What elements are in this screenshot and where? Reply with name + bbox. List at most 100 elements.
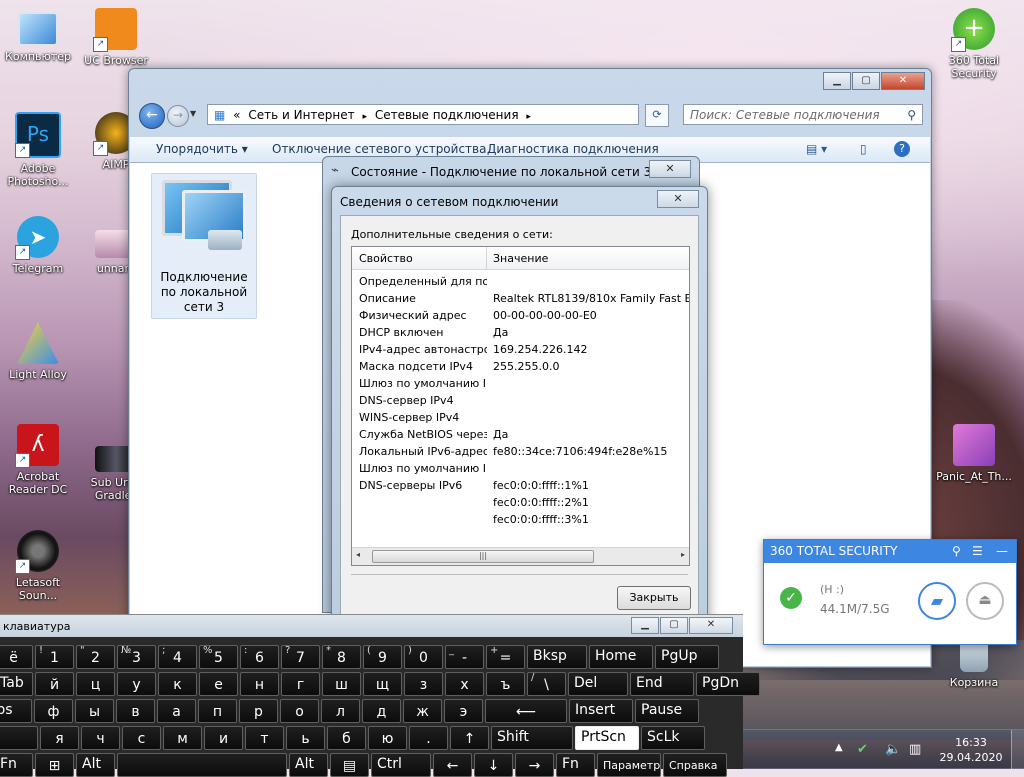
osk-key[interactable]: щ: [363, 672, 402, 696]
osk-key[interactable]: ы: [75, 699, 114, 723]
osk-key[interactable]: Параметры: [597, 753, 661, 777]
show-desktop-button[interactable]: [1011, 730, 1024, 769]
details-dialog-close-button[interactable]: ✕: [657, 190, 699, 208]
desktop-icon-letasoft[interactable]: ↗ Letasoft Soun...: [2, 530, 74, 602]
osk-key[interactable]: н: [240, 672, 279, 696]
osk-key[interactable]: г: [281, 672, 320, 696]
osk-key[interactable]: PgUp: [655, 645, 719, 669]
osk-key[interactable]: й: [35, 672, 74, 696]
maximize-button[interactable]: ▢: [852, 72, 880, 90]
osk-key[interactable]: Alt: [289, 753, 328, 777]
osk-key[interactable]: PgDn: [696, 672, 760, 696]
osk-maximize-button[interactable]: ▢: [660, 617, 688, 634]
minimize-icon[interactable]: —: [996, 540, 1008, 563]
search-input[interactable]: Поиск: Сетевые подключения ⚲: [683, 104, 923, 125]
osk-key[interactable]: ю: [368, 726, 407, 750]
osk-key[interactable]: м: [163, 726, 202, 750]
show-hidden-icons[interactable]: ▲: [835, 742, 843, 753]
list-row[interactable]: DNS-сервер IPv4: [352, 392, 689, 409]
list-row[interactable]: IPv4-адрес автонастро... 169.254.226.142: [352, 341, 689, 358]
list-row[interactable]: Физический адрес 00-00-00-00-00-E0: [352, 307, 689, 324]
desktop-icon-360-total-security[interactable]: + ↗ 360 Total Security: [938, 8, 1010, 80]
desktop-icon-uc-browser[interactable]: ↗ UC Browser: [80, 8, 152, 67]
360-tray-icon[interactable]: ✔: [857, 742, 868, 757]
osk-key[interactable]: ⟵: [485, 699, 567, 723]
list-row[interactable]: Описание Realtek RTL8139/810x Family Fast…: [352, 290, 689, 307]
osk-key[interactable]: Pause: [635, 699, 699, 723]
osk-key[interactable]: ↑: [450, 726, 489, 750]
osk-key[interactable]: б: [327, 726, 366, 750]
help-icon[interactable]: ?: [894, 141, 910, 157]
osk-key[interactable]: ф: [34, 699, 73, 723]
list-row[interactable]: Служба NetBIOS через... Да: [352, 426, 689, 443]
scroll-left-icon[interactable]: ◂: [356, 550, 360, 559]
desktop-icon-acrobat[interactable]: ʎ ↗ Acrobat Reader DC: [2, 424, 74, 496]
osk-key[interactable]: + =: [486, 645, 525, 669]
osk-key[interactable]: ? 7: [281, 645, 320, 669]
forward-button[interactable]: →: [167, 105, 189, 127]
list-row[interactable]: fec0:0:0:ffff::2%1: [352, 494, 689, 511]
osk-close-button[interactable]: ✕: [689, 617, 733, 634]
breadcrumb-overflow[interactable]: «: [233, 108, 240, 122]
osk-key[interactable]: ь: [286, 726, 325, 750]
osk-key[interactable]: р: [239, 699, 278, 723]
osk-key[interactable]: э: [444, 699, 483, 723]
eject-button[interactable]: ⏏: [966, 582, 1004, 620]
osk-key[interactable]: / \: [527, 672, 566, 696]
minimize-button[interactable]: ▁: [823, 72, 851, 90]
list-row[interactable]: Локальный IPv6-адрес... fe80::34ce:7106:4…: [352, 443, 689, 460]
osk-key[interactable]: _ -: [445, 645, 484, 669]
view-options-icon[interactable]: ▤ ▾: [806, 137, 827, 162]
osk-key[interactable]: .: [409, 726, 448, 750]
osk-key[interactable]: ж: [403, 699, 442, 723]
address-bar[interactable]: ▦ « Сеть и Интернет ▸ Сетевые подключени…: [207, 104, 639, 125]
osk-key[interactable]: ; 4: [158, 645, 197, 669]
osk-key[interactable]: ё: [0, 645, 33, 669]
scroll-right-icon[interactable]: ▸: [681, 550, 685, 559]
list-row[interactable]: Шлюз по умолчанию IP...: [352, 375, 689, 392]
desktop-icon-photoshop[interactable]: Ps ↗ Adobe Photosho...: [2, 112, 74, 188]
column-header-value[interactable]: Значение: [493, 252, 548, 265]
osk-key[interactable]: Shift: [491, 726, 573, 750]
osk-key[interactable]: [117, 753, 287, 777]
osk-key[interactable]: Caps: [0, 699, 32, 723]
osk-key[interactable]: с: [122, 726, 161, 750]
osk-key[interactable]: PrtScn: [575, 726, 639, 750]
list-row[interactable]: DHCP включен Да: [352, 324, 689, 341]
osk-key[interactable]: ▤: [330, 753, 369, 777]
local-connection-3-item[interactable]: Подключение по локальной сети 3: [151, 173, 257, 319]
osk-key[interactable]: Ctrl: [371, 753, 431, 777]
osk-key[interactable]: д: [362, 699, 401, 723]
osk-key[interactable]: ч: [81, 726, 120, 750]
desktop-icon-light-alloy[interactable]: Light Alloy: [2, 322, 74, 381]
list-row[interactable]: DNS-серверы IPv6 fec0:0:0:ffff::1%1: [352, 477, 689, 494]
network-tray-icon[interactable]: ▥: [909, 742, 921, 757]
list-row[interactable]: Шлюз по умолчанию IP...: [352, 460, 689, 477]
osk-key[interactable]: ! 1: [35, 645, 74, 669]
scrollbar-thumb[interactable]: |||: [372, 550, 594, 563]
breadcrumb-network-connections[interactable]: Сетевые подключения: [375, 108, 519, 122]
osk-key[interactable]: ц: [76, 672, 115, 696]
osk-key[interactable]: ) 0: [404, 645, 443, 669]
osk-key[interactable]: ↓: [474, 753, 513, 777]
osk-key[interactable]: →: [515, 753, 554, 777]
desktop-icon-panic-at-the-disco[interactable]: Panic_At_Th...: [934, 424, 1014, 483]
osk-key[interactable]: к: [158, 672, 197, 696]
list-row[interactable]: Определенный для по...: [352, 273, 689, 290]
desktop-icon-recycle-bin[interactable]: Корзина: [938, 640, 1010, 689]
desktop-icon-telegram[interactable]: ➤ ↗ Telegram: [2, 216, 74, 275]
osk-key[interactable]: ⊞: [35, 753, 74, 777]
open-folder-button[interactable]: ▰: [918, 582, 956, 620]
osk-key[interactable]: Alt: [76, 753, 115, 777]
osk-key[interactable]: п: [198, 699, 237, 723]
close-button[interactable]: ✕: [881, 72, 925, 90]
osk-key[interactable]: Tab: [0, 672, 33, 696]
osk-key[interactable]: % 5: [199, 645, 238, 669]
osk-key[interactable]: Insert: [569, 699, 633, 723]
desktop-icon-computer[interactable]: Компьютер: [2, 8, 74, 63]
osk-key[interactable]: Bksp: [527, 645, 587, 669]
status-dialog-close-button[interactable]: ✕: [649, 160, 691, 178]
osk-key[interactable]: ш: [322, 672, 361, 696]
osk-key[interactable]: з: [404, 672, 443, 696]
organize-menu[interactable]: Упорядочить ▾: [156, 137, 248, 162]
